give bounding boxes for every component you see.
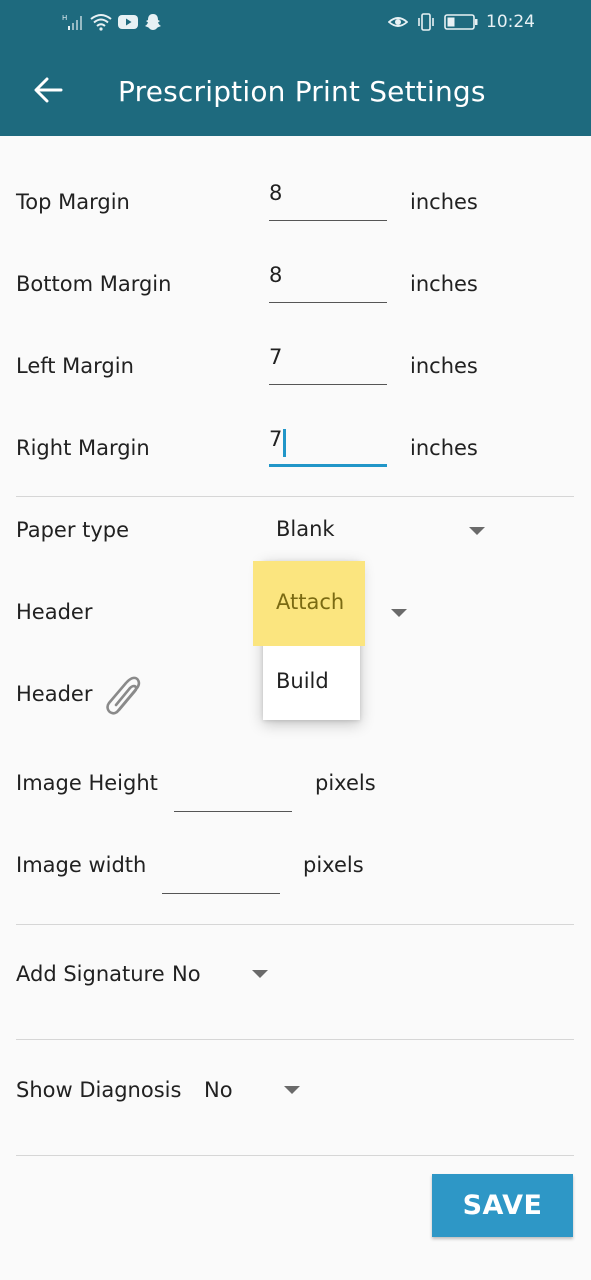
left-margin-input[interactable]: 7: [269, 343, 387, 385]
show-diagnosis-dropdown-icon[interactable]: [284, 1086, 300, 1094]
image-height-input[interactable]: [174, 770, 292, 812]
bottom-margin-unit: inches: [410, 272, 478, 296]
page-title: Prescription Print Settings: [118, 75, 486, 108]
vibrate-icon: [418, 13, 434, 31]
status-right-icons: 10:24: [388, 12, 535, 32]
show-diagnosis-select[interactable]: No: [204, 1078, 233, 1102]
image-height-unit: pixels: [315, 771, 376, 795]
arrow-left-icon: [34, 77, 63, 103]
header-attach-label: Header: [16, 682, 93, 706]
right-margin-value: 7: [269, 427, 283, 451]
signal-icon: H: [62, 14, 82, 30]
bottom-margin-value: 8: [269, 263, 283, 287]
divider: [16, 496, 574, 497]
left-margin-label: Left Margin: [16, 354, 134, 378]
show-diagnosis-label: Show Diagnosis: [16, 1078, 182, 1102]
divider: [16, 1039, 574, 1040]
app-bar: H 10:24 Prescription Print Settings: [0, 0, 591, 136]
right-margin-input[interactable]: 7: [269, 425, 387, 467]
left-margin-unit: inches: [410, 354, 478, 378]
text-cursor: [283, 429, 286, 457]
eye-icon: [388, 17, 408, 27]
image-width-unit: pixels: [303, 853, 364, 877]
status-bar: H 10:24: [0, 0, 591, 46]
youtube-icon: [118, 15, 138, 29]
right-margin-label: Right Margin: [16, 436, 150, 460]
paper-type-label: Paper type: [16, 518, 130, 542]
top-margin-input[interactable]: 8: [269, 179, 387, 221]
battery-icon: [444, 14, 478, 30]
menu-item-attach[interactable]: Attach: [276, 590, 344, 614]
save-button[interactable]: SAVE: [432, 1174, 573, 1237]
add-signature-select[interactable]: No: [172, 962, 201, 986]
image-height-label: Image Height: [16, 771, 158, 795]
menu-item-build[interactable]: Build: [276, 669, 329, 693]
top-margin-unit: inches: [410, 190, 478, 214]
image-width-label: Image width: [16, 853, 147, 877]
divider: [16, 1155, 574, 1156]
add-signature-label: Add Signature: [16, 962, 165, 986]
back-button[interactable]: [28, 70, 68, 110]
svg-text:H: H: [62, 14, 67, 22]
left-margin-value: 7: [269, 345, 283, 369]
status-time: 10:24: [486, 12, 535, 32]
bottom-margin-input[interactable]: 8: [269, 261, 387, 303]
paper-type-dropdown-icon[interactable]: [469, 527, 485, 535]
wifi-icon: [90, 14, 112, 31]
top-margin-value: 8: [269, 181, 283, 205]
top-margin-label: Top Margin: [16, 190, 130, 214]
header-label: Header: [16, 600, 93, 624]
bottom-margin-label: Bottom Margin: [16, 272, 172, 296]
divider: [16, 924, 574, 925]
header-dropdown-icon[interactable]: [391, 609, 407, 617]
image-width-input[interactable]: [162, 852, 280, 894]
add-signature-dropdown-icon[interactable]: [252, 970, 268, 978]
right-margin-unit: inches: [410, 436, 478, 460]
paperclip-icon[interactable]: [101, 672, 147, 720]
status-left-icons: H: [62, 12, 162, 32]
paper-type-select[interactable]: Blank: [276, 517, 335, 541]
snapchat-icon: [145, 14, 161, 30]
